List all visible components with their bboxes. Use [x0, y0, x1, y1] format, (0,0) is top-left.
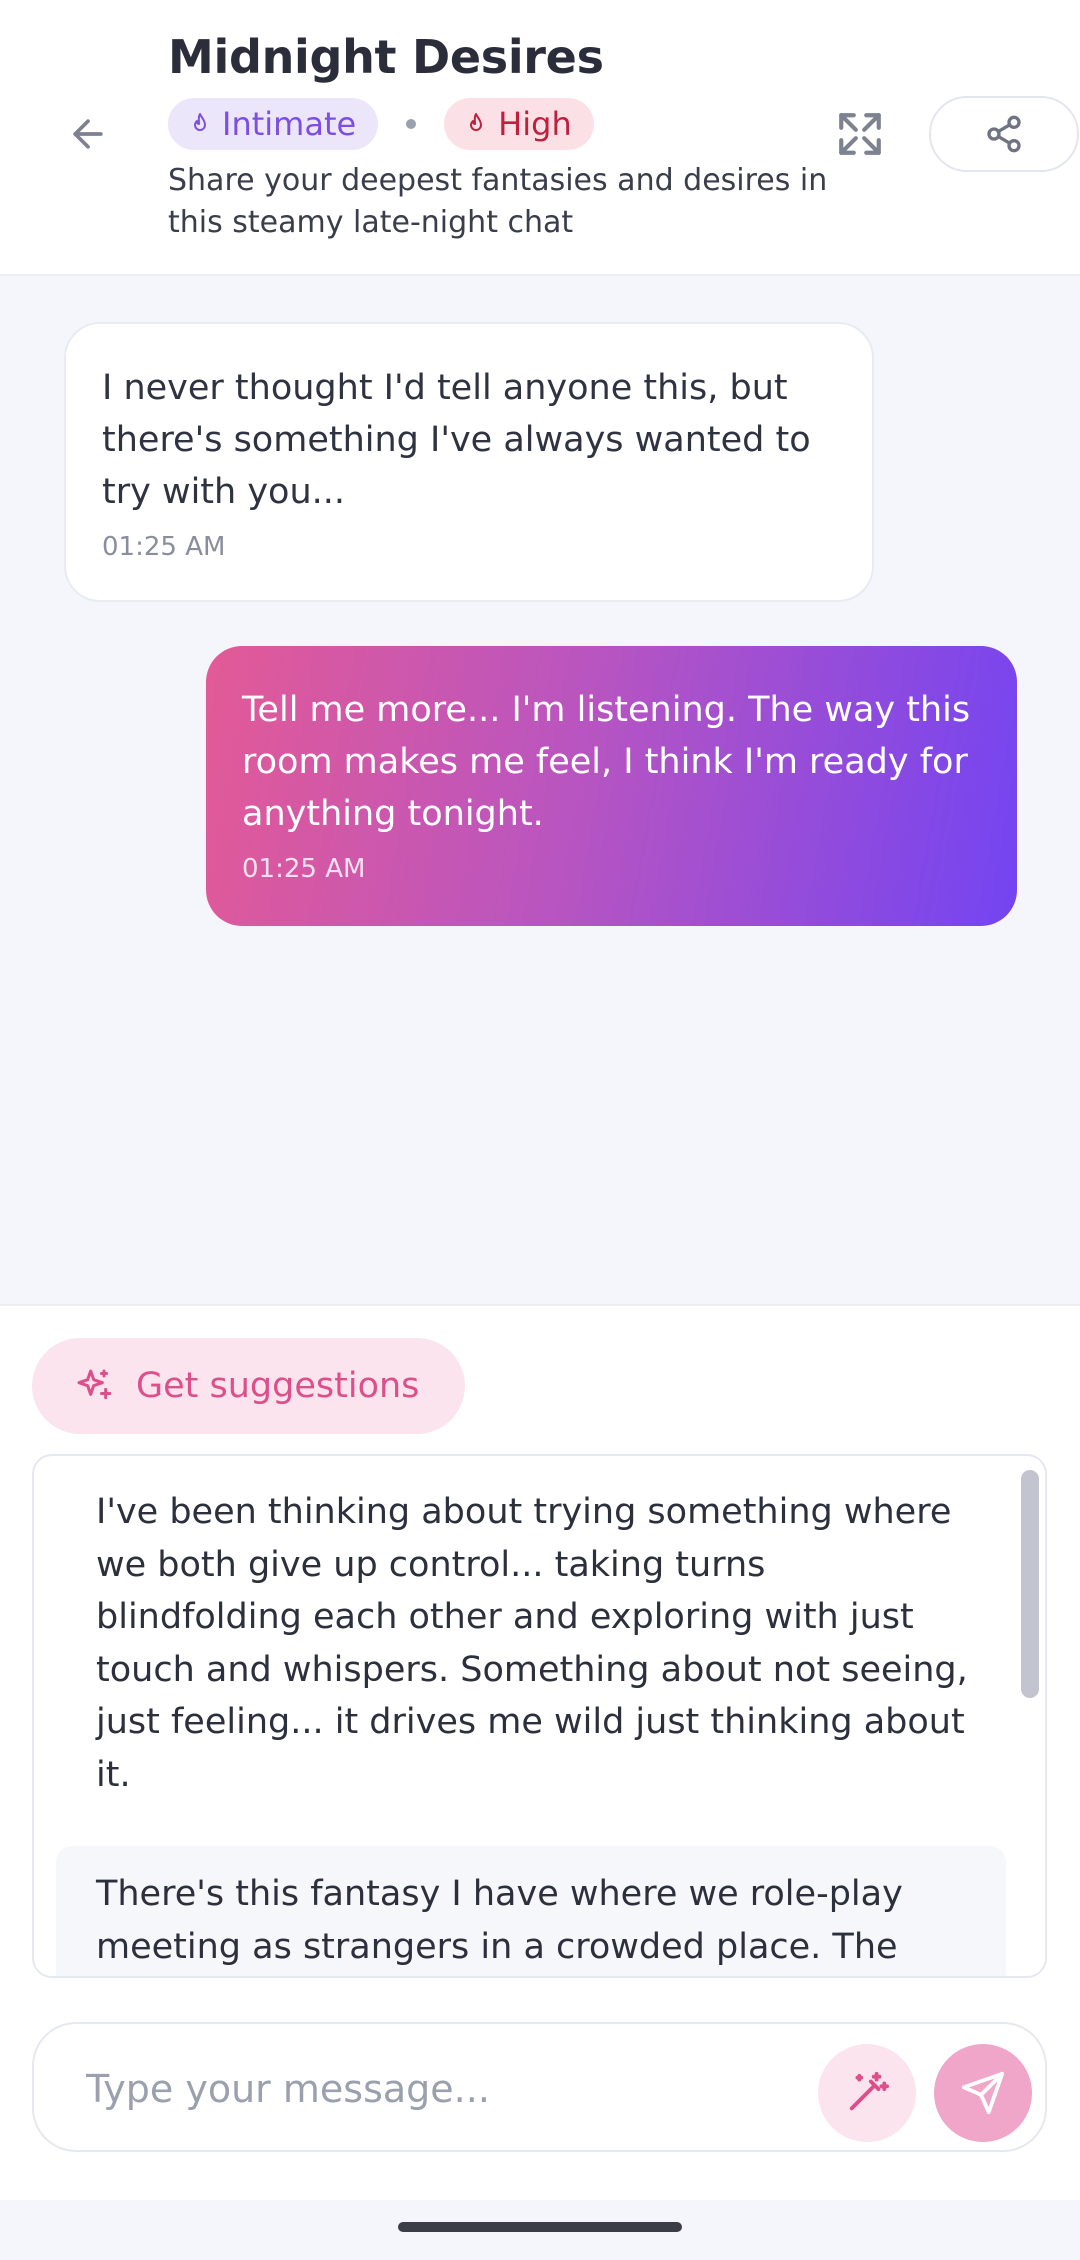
message-timestamp: 01:25 AM — [102, 532, 226, 562]
message-outgoing: Tell me more... I'm listening. The way t… — [206, 646, 1017, 926]
home-indicator — [398, 2222, 682, 2232]
flame-icon — [464, 111, 488, 137]
message-timestamp: 01:25 AM — [242, 854, 366, 884]
message-input-container — [32, 2022, 1047, 2152]
chat-header: Midnight Desires Intimate High Share you… — [0, 0, 1080, 276]
message-input[interactable] — [86, 2052, 826, 2126]
suggestions-list[interactable]: I've been thinking about trying somethin… — [32, 1454, 1047, 1978]
chat-tags: Intimate High — [168, 98, 594, 150]
tag-intensity: High — [444, 98, 594, 150]
magic-wand-button[interactable] — [818, 2044, 916, 2142]
get-suggestions-button[interactable]: Get suggestions — [32, 1338, 465, 1434]
magic-wand-icon — [849, 2071, 890, 2111]
tag-label: High — [498, 105, 572, 143]
flame-icon — [188, 111, 212, 137]
share-icon — [987, 115, 1021, 153]
message-incoming: I never thought I'd tell anyone this, bu… — [64, 322, 874, 602]
get-suggestions-label: Get suggestions — [136, 1366, 420, 1406]
page-title: Midnight Desires — [168, 30, 604, 84]
suggestion-item[interactable]: There's this fantasy I have where we rol… — [56, 1846, 1006, 1976]
suggestions-scrollbar[interactable] — [1017, 1460, 1043, 1976]
message-text: Tell me more... I'm listening. The way t… — [242, 690, 971, 834]
composer-panel: Get suggestions I've been thinking about… — [0, 1304, 1080, 2200]
tag-separator — [406, 119, 417, 129]
send-button[interactable] — [934, 2044, 1032, 2142]
back-button[interactable] — [58, 104, 118, 164]
arrow-left-icon — [73, 119, 103, 149]
scrollbar-thumb[interactable] — [1021, 1470, 1039, 1698]
fullscreen-button[interactable] — [830, 104, 890, 164]
chat-description: Share your deepest fantasies and desires… — [168, 163, 828, 240]
sparkles-icon — [74, 1366, 114, 1406]
share-button[interactable] — [929, 96, 1079, 172]
send-icon — [961, 2071, 1005, 2115]
tag-intimate: Intimate — [168, 98, 379, 150]
message-text: I never thought I'd tell anyone this, bu… — [102, 368, 811, 512]
tag-label: Intimate — [222, 105, 357, 143]
suggestion-item[interactable]: I've been thinking about trying somethin… — [56, 1476, 1014, 1841]
expand-icon — [839, 113, 881, 155]
